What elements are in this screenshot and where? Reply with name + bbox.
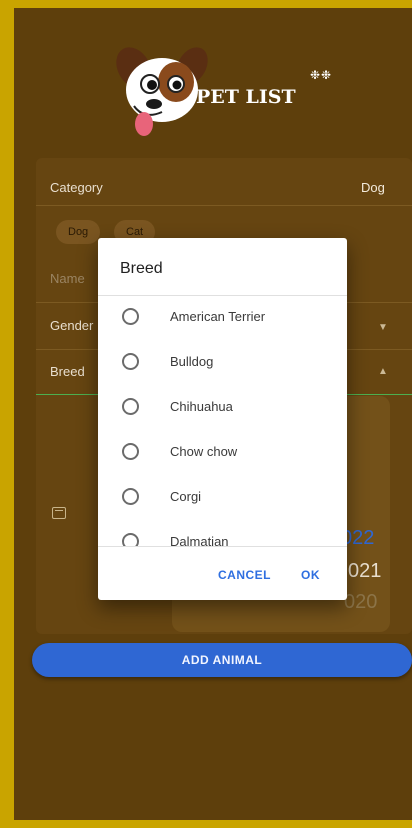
breed-option-label: Corgi: [170, 489, 202, 504]
radio-unchecked-icon[interactable]: [122, 533, 139, 546]
dialog-ok-button[interactable]: OK: [301, 568, 320, 582]
breed-dialog: Breed American Terrier Bulldog Chihuahua…: [98, 238, 347, 600]
paw-prints-icon: ❉❉: [310, 68, 333, 82]
radio-unchecked-icon[interactable]: [122, 488, 139, 505]
radio-unchecked-icon[interactable]: [122, 443, 139, 460]
breed-option-corgi[interactable]: Corgi: [98, 476, 347, 521]
breed-option-label: American Terrier: [170, 309, 266, 324]
breed-options-list[interactable]: American Terrier Bulldog Chihuahua Chow …: [98, 296, 347, 546]
dialog-cancel-button[interactable]: CANCEL: [218, 568, 271, 582]
app-logo: PET LIST ❉❉: [104, 38, 331, 138]
breed-label[interactable]: Breed: [50, 364, 85, 379]
year-option-bottom[interactable]: 020: [344, 591, 377, 614]
category-divider: [36, 205, 412, 206]
category-label: Category: [50, 180, 103, 195]
gender-label[interactable]: Gender: [50, 318, 93, 333]
breed-option-label: Bulldog: [170, 354, 214, 369]
chip-dog[interactable]: Dog: [56, 220, 101, 244]
app-title: PET LIST: [196, 86, 296, 108]
breed-option-bulldog[interactable]: Bulldog: [98, 341, 347, 386]
radio-unchecked-icon[interactable]: [122, 353, 139, 370]
breed-option-label: Dalmatian: [170, 534, 229, 546]
breed-dropdown-icon[interactable]: ▲: [378, 366, 388, 377]
calendar-icon[interactable]: [52, 507, 66, 519]
breed-option-label: Chihuahua: [170, 399, 233, 414]
breed-option-chow-chow[interactable]: Chow chow: [98, 431, 347, 476]
category-value[interactable]: Dog: [361, 180, 385, 195]
gender-dropdown-icon[interactable]: ▼: [378, 322, 388, 333]
radio-unchecked-icon[interactable]: [122, 308, 139, 325]
breed-option-chihuahua[interactable]: Chihuahua: [98, 386, 347, 431]
dialog-actions-divider: [98, 546, 347, 547]
add-animal-button[interactable]: ADD ANIMAL: [32, 643, 412, 677]
radio-unchecked-icon[interactable]: [122, 398, 139, 415]
dialog-title: Breed: [120, 260, 163, 277]
name-label[interactable]: Name: [50, 271, 85, 286]
breed-option-label: Chow chow: [170, 444, 238, 459]
year-option-selected[interactable]: 021: [348, 560, 381, 583]
breed-option-dalmatian[interactable]: Dalmatian: [98, 521, 347, 546]
breed-option-american-terrier[interactable]: American Terrier: [98, 296, 347, 341]
